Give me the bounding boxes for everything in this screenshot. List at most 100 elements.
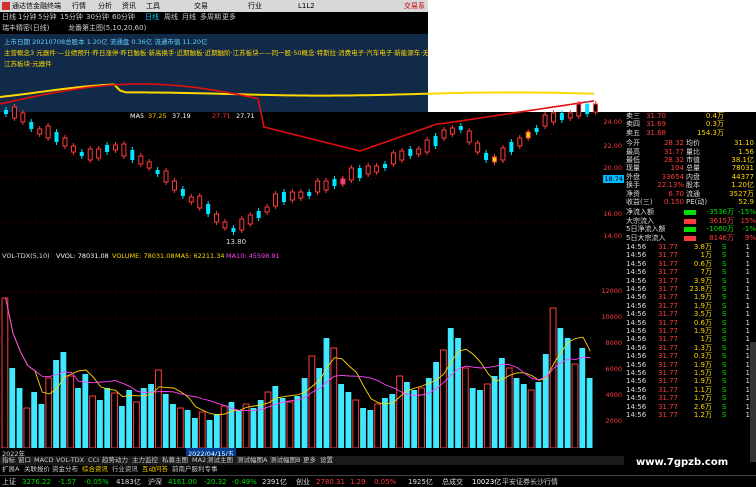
volume-bar <box>9 368 16 448</box>
period-multi[interactable]: 多周期 <box>200 12 221 23</box>
menu-trade[interactable]: 交易 <box>194 0 208 12</box>
volume-bar <box>374 403 382 448</box>
candle <box>96 148 102 159</box>
volume-bar <box>571 363 579 448</box>
tab-test-a[interactable]: 测试幅图A <box>237 456 267 465</box>
candle <box>424 139 430 153</box>
volume-bar <box>23 407 31 448</box>
candle <box>231 228 236 232</box>
menu-analysis[interactable]: 分析 <box>98 0 112 12</box>
period-daily[interactable]: 日线 <box>2 12 16 23</box>
tab-ext-a[interactable]: 扩展A <box>2 465 19 474</box>
tab-trend-power[interactable]: 趋势动力 <box>102 456 128 465</box>
tab-industry-news[interactable]: 行业资讯 <box>112 465 138 474</box>
tab-news[interactable]: 综合资讯 <box>82 465 108 474</box>
candle <box>121 143 127 157</box>
kline-chart[interactable]: 13.80 <box>0 34 624 254</box>
candle <box>112 144 118 151</box>
period-1min[interactable]: 1分钟 <box>18 12 36 23</box>
tab-vol-tdx[interactable]: VOL-TDX <box>56 456 84 465</box>
volume-chart[interactable] <box>0 261 624 448</box>
volume-bar <box>382 398 388 448</box>
candle <box>20 112 26 123</box>
tab-indicator[interactable]: 指标 <box>2 456 15 465</box>
stock-title-bar: 瑞丰精密(日线) 龙番第主图(5,10,20,60) <box>0 23 428 34</box>
tab-more[interactable]: 更多 <box>303 456 316 465</box>
price-tick: 16.00 <box>603 210 622 218</box>
tab-related-quote[interactable]: 关联报价 <box>24 465 50 474</box>
period-day-active[interactable]: 日线 <box>145 12 159 23</box>
period-month[interactable]: 月线 <box>182 12 196 23</box>
tab-macd[interactable]: MACD <box>34 456 53 465</box>
tab-test-b[interactable]: 测试幅图B <box>270 456 300 465</box>
tab-misc[interactable]: 前南户服利专事 <box>172 465 218 474</box>
flow-row: 净流入额 -3536万 -15% <box>626 208 756 217</box>
tick-row: 14:56 31.77 1万 S 1 <box>626 251 750 260</box>
flow-row: 5日大宗流入 8146万 9% <box>626 233 756 242</box>
tick-row: 14:56 31.77 0.3万 S 1 <box>626 352 750 361</box>
sz-value: 4161.00 <box>168 478 197 486</box>
sell-row: 卖五 31.68 154.3万 <box>626 128 724 137</box>
candle <box>163 170 169 183</box>
vol-ma5: MA5: 62211.34 <box>175 252 225 260</box>
volume-bar <box>557 328 564 448</box>
tab-fund-dist[interactable]: 资金分布 <box>52 465 78 474</box>
tick-row: 14:56 31.77 1.7万 S 1 <box>626 394 750 403</box>
trade-system-button[interactable]: 交易系 <box>404 0 425 12</box>
candle <box>383 164 388 168</box>
period-week[interactable]: 周线 <box>164 12 178 23</box>
volume-bar <box>469 388 476 448</box>
candle <box>348 167 354 181</box>
tab-cci[interactable]: CCI <box>88 456 99 465</box>
volume-bar <box>75 388 81 448</box>
price-axis: 24.00 22.00 20.00 18.74 16.00 14.00 <box>598 112 624 252</box>
candle <box>357 168 362 178</box>
menu-industry[interactable]: 行业 <box>248 0 262 12</box>
volume-bar <box>250 408 257 448</box>
tab-main-monitor[interactable]: 主力监控 <box>132 456 158 465</box>
menu-l1l2[interactable]: L1L2 <box>298 0 315 12</box>
tab-ma2[interactable]: MA2 <box>192 456 206 465</box>
vol-indicator-name[interactable]: VOL-TDX(5,10) <box>2 252 50 261</box>
candle <box>264 206 270 213</box>
sell-row: 卖三 31.70 0.4万 <box>626 112 724 120</box>
candle <box>509 142 514 152</box>
stat-row: 外盘 33654 内盘 44377 <box>626 172 754 181</box>
tick-row: 14:56 31.77 1.3万 S 1 <box>626 343 750 352</box>
menu-tools[interactable]: 工具 <box>146 0 160 12</box>
tab-settings[interactable]: 设置 <box>320 456 333 465</box>
candle <box>466 130 472 143</box>
volume-bar <box>433 362 440 448</box>
volume-bar <box>53 360 59 448</box>
tick-row: 14:56 31.77 0.6万 S 1 <box>626 259 750 268</box>
menu-quote[interactable]: 行情 <box>72 0 86 12</box>
period-toolbar: 日线 1分钟 5分钟 15分钟 30分钟 60分钟 日线 周线 月线 多周期 更… <box>0 12 428 23</box>
volume-bar <box>367 410 374 448</box>
period-5min[interactable]: 5分钟 <box>38 12 56 23</box>
volume-bar <box>213 414 220 448</box>
tab-private-main[interactable]: 私募主图 <box>162 456 188 465</box>
candle <box>374 165 380 173</box>
candle <box>37 128 43 135</box>
vol-ma10: MA10: 45598.91 <box>226 252 280 260</box>
tab-window[interactable]: 窗口 <box>18 456 31 465</box>
candle <box>79 152 84 156</box>
scrollbar[interactable] <box>750 342 756 462</box>
menu-news[interactable]: 资讯 <box>122 0 136 12</box>
candle <box>222 221 228 229</box>
volume-bar <box>586 378 593 448</box>
period-60min[interactable]: 60分钟 <box>112 12 135 23</box>
news-ticker[interactable]: 平安证券长沙行情 <box>502 476 558 487</box>
sh-change: -1.57 <box>58 478 77 486</box>
period-15min[interactable]: 15分钟 <box>60 12 83 23</box>
tab-test-main[interactable]: 测试主图 <box>207 456 233 465</box>
candle <box>289 191 295 201</box>
candle <box>197 195 203 209</box>
candle <box>54 132 59 142</box>
candle <box>433 136 438 146</box>
tab-qa[interactable]: 互动问答 <box>142 465 168 474</box>
period-more[interactable]: 更多 <box>222 12 236 23</box>
candle <box>441 129 447 139</box>
sh-value: 3276.22 <box>22 478 51 486</box>
period-30min[interactable]: 30分钟 <box>86 12 109 23</box>
